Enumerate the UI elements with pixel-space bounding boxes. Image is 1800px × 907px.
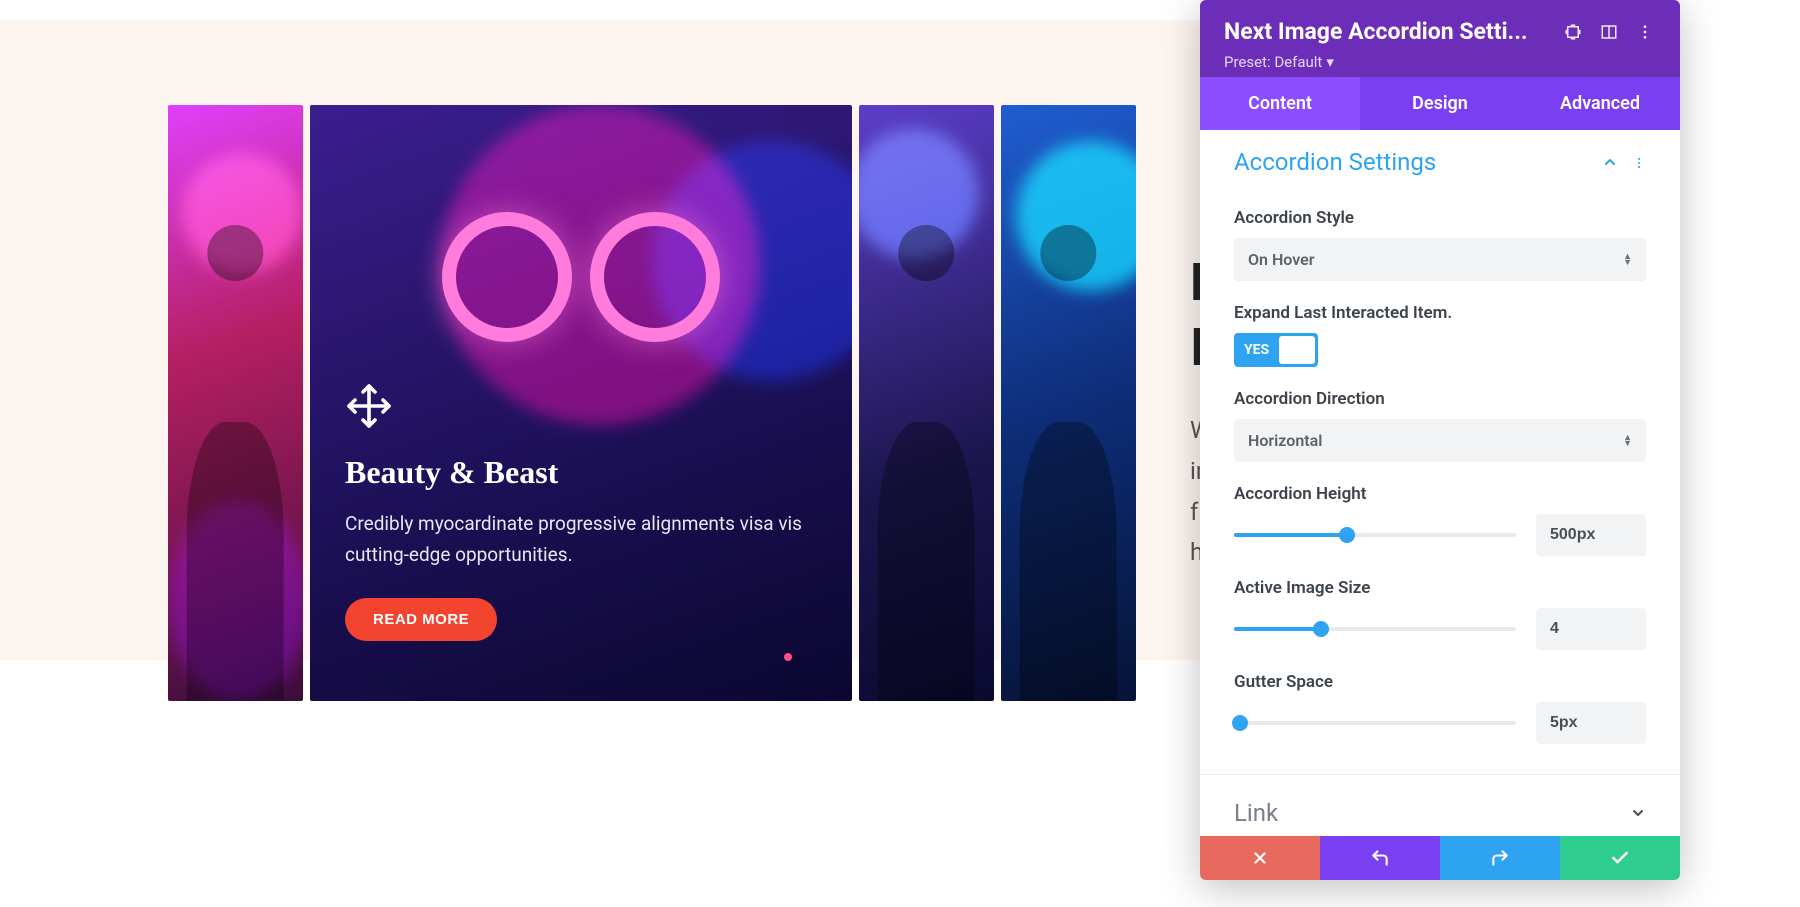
select-value: Horizontal <box>1248 431 1322 450</box>
select-direction[interactable]: Horizontal ▲▼ <box>1234 419 1646 462</box>
chevron-down-icon <box>1630 799 1646 827</box>
accordion-item-4[interactable] <box>1001 105 1136 701</box>
panel-title: Next Image Accordion Setti... <box>1224 18 1548 45</box>
redo-button[interactable] <box>1440 836 1560 880</box>
tab-content[interactable]: Content <box>1200 77 1360 130</box>
cancel-button[interactable] <box>1200 836 1320 880</box>
input-active-image-size[interactable] <box>1536 608 1646 650</box>
section-accordion-settings: Accordion Style On Hover ▲▼ Expand Last … <box>1200 194 1680 774</box>
accordion-item-2-active[interactable]: Beauty & Beast Credibly myocardinate pro… <box>310 105 852 701</box>
columns-icon[interactable] <box>1598 21 1620 43</box>
slider-gutter-space[interactable] <box>1234 713 1516 733</box>
tab-design[interactable]: Design <box>1360 77 1520 130</box>
panel-body[interactable]: Accordion Settings Accordion Style On Ho… <box>1200 130 1680 836</box>
panel-header[interactable]: Next Image Accordion Setti... Preset: De… <box>1200 0 1680 77</box>
slider-active-image-size[interactable] <box>1234 619 1516 639</box>
slide-image <box>859 105 994 701</box>
slider-accordion-height[interactable] <box>1234 525 1516 545</box>
pager-dot <box>784 653 792 661</box>
toggle-value: YES <box>1244 342 1269 358</box>
section-link-header[interactable]: Link <box>1200 774 1680 836</box>
label-expand-last: Expand Last Interacted Item. <box>1234 303 1646 323</box>
kebab-menu-icon[interactable] <box>1632 148 1646 176</box>
accordion-item-3[interactable] <box>859 105 994 701</box>
chevron-up-icon <box>1602 148 1618 176</box>
select-caret-icon: ▲▼ <box>1623 254 1632 266</box>
read-more-button[interactable]: READ MORE <box>345 598 497 641</box>
accordion-item-1[interactable] <box>168 105 303 701</box>
tab-advanced[interactable]: Advanced <box>1520 77 1680 130</box>
label-active-image-size: Active Image Size <box>1234 578 1646 598</box>
kebab-menu-icon[interactable] <box>1634 21 1656 43</box>
preset-label: Preset: Default <box>1224 53 1322 71</box>
slide-title: Beauty & Beast <box>345 454 817 491</box>
undo-button[interactable] <box>1320 836 1440 880</box>
label-gutter-space: Gutter Space <box>1234 672 1646 692</box>
toggle-expand-last[interactable]: YES <box>1234 333 1318 367</box>
panel-footer <box>1200 836 1680 880</box>
image-accordion: Beauty & Beast Credibly myocardinate pro… <box>168 105 1136 701</box>
slide-description: Credibly myocardinate progressive alignm… <box>345 509 805 570</box>
caret-down-icon: ▾ <box>1326 53 1334 71</box>
select-caret-icon: ▲▼ <box>1623 435 1632 447</box>
toggle-knob <box>1279 336 1315 364</box>
slide-image <box>1001 105 1136 701</box>
sunglasses-graphic <box>442 212 720 342</box>
select-value: On Hover <box>1248 250 1315 269</box>
select-accordion-style[interactable]: On Hover ▲▼ <box>1234 238 1646 281</box>
section-title: Link <box>1234 799 1630 827</box>
save-button[interactable] <box>1560 836 1680 880</box>
section-accordion-settings-header[interactable]: Accordion Settings <box>1200 140 1680 194</box>
expand-icon[interactable] <box>1562 21 1584 43</box>
input-gutter-space[interactable] <box>1536 702 1646 744</box>
preset-dropdown[interactable]: Preset: Default ▾ <box>1224 53 1656 71</box>
slide-content: Beauty & Beast Credibly myocardinate pro… <box>345 382 817 641</box>
label-accordion-height: Accordion Height <box>1234 484 1646 504</box>
input-accordion-height[interactable] <box>1536 514 1646 556</box>
panel-tabs: Content Design Advanced <box>1200 77 1680 130</box>
label-direction: Accordion Direction <box>1234 389 1646 409</box>
move-icon <box>345 382 817 434</box>
section-title: Accordion Settings <box>1234 148 1602 176</box>
label-accordion-style: Accordion Style <box>1234 208 1646 228</box>
slide-image <box>168 105 303 701</box>
settings-panel: Next Image Accordion Setti... Preset: De… <box>1200 0 1680 880</box>
